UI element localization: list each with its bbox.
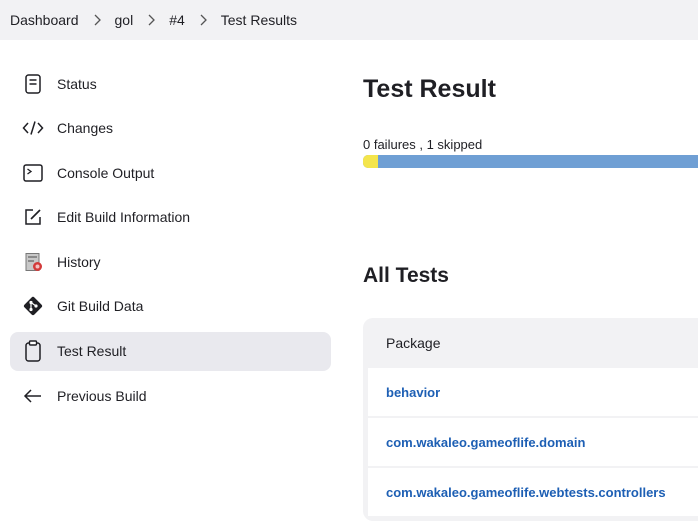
sidebar-item-edit-build-information[interactable]: Edit Build Information <box>10 198 331 237</box>
sidebar-item-label: Previous Build <box>57 387 147 404</box>
table-row: com.wakaleo.gameoflife.domain <box>368 418 698 466</box>
code-icon <box>22 117 44 139</box>
breadcrumb-job[interactable]: gol <box>115 12 134 28</box>
arrow-left-icon <box>22 385 44 407</box>
edit-icon <box>22 206 44 228</box>
sidebar-item-console-output[interactable]: Console Output <box>10 153 331 192</box>
table-row: behavior <box>368 368 698 416</box>
main-content: Test Result 0 failures , 1 skipped All T… <box>363 0 698 524</box>
sidebar-item-label: Status <box>57 75 97 92</box>
sidebar: Status Changes Console Output Edit Build… <box>10 64 331 421</box>
history-icon <box>22 251 44 273</box>
package-link[interactable]: behavior <box>386 385 440 400</box>
page-title: Test Result <box>363 75 496 103</box>
sidebar-item-status[interactable]: Status <box>10 64 331 103</box>
skipped-segment <box>363 155 379 168</box>
sidebar-item-label: History <box>57 253 101 270</box>
sidebar-item-previous-build[interactable]: Previous Build <box>10 376 331 415</box>
package-link[interactable]: com.wakaleo.gameoflife.domain <box>386 435 585 450</box>
breadcrumb-build[interactable]: #4 <box>169 12 185 28</box>
breadcrumb-dashboard[interactable]: Dashboard <box>10 12 79 28</box>
sidebar-item-git-build-data[interactable]: Git Build Data <box>10 287 331 326</box>
sidebar-item-label: Test Result <box>57 343 127 360</box>
clipboard-icon <box>22 340 44 362</box>
sidebar-item-label: Edit Build Information <box>57 209 191 226</box>
sidebar-item-label: Git Build Data <box>57 298 144 315</box>
chevron-right-icon <box>147 14 156 26</box>
test-summary: 0 failures , 1 skipped <box>363 137 483 152</box>
terminal-icon <box>22 162 44 184</box>
chevron-right-icon <box>199 14 207 26</box>
chevron-right-icon <box>93 14 101 26</box>
package-link[interactable]: com.wakaleo.gameoflife.webtests.controll… <box>386 485 666 500</box>
column-header-package: Package <box>386 335 441 351</box>
sidebar-item-history[interactable]: History <box>10 242 331 281</box>
all-tests-title: All Tests <box>363 264 449 287</box>
sidebar-item-changes[interactable]: Changes <box>10 109 331 148</box>
git-icon <box>22 295 44 317</box>
sidebar-item-test-result[interactable]: Test Result <box>10 331 331 371</box>
status-icon <box>22 73 44 95</box>
test-progress-bar <box>363 155 698 168</box>
tests-table: Package behavior com.wakaleo.gameoflife.… <box>363 318 698 521</box>
table-row: com.wakaleo.gameoflife.webtests.controll… <box>368 468 698 516</box>
breadcrumb-test-results[interactable]: Test Results <box>221 12 297 28</box>
sidebar-item-label: Changes <box>57 120 114 137</box>
sidebar-item-label: Console Output <box>57 164 155 181</box>
